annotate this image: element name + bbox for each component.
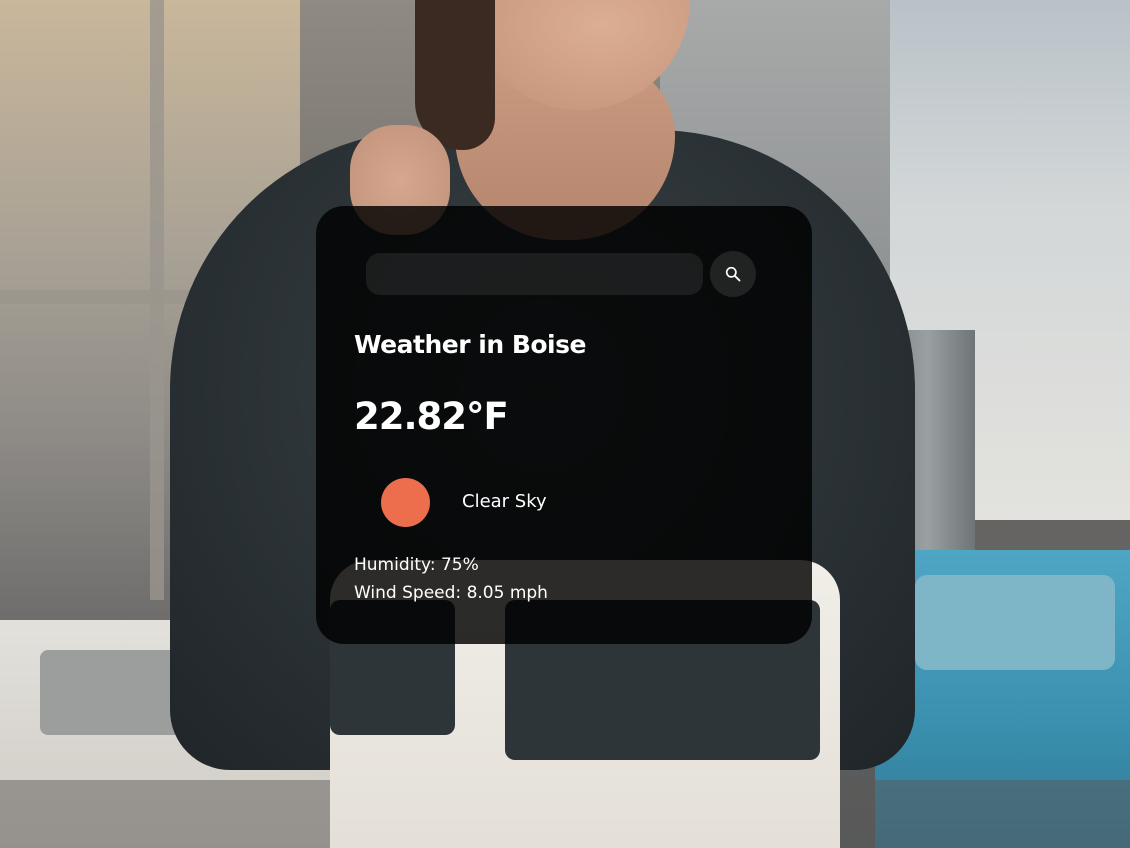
wind-value: 8.05 mph bbox=[466, 583, 548, 603]
humidity-label: Humidity: bbox=[354, 555, 441, 575]
search-button[interactable] bbox=[710, 251, 756, 297]
humidity-value: 75% bbox=[440, 555, 479, 575]
background-truck-window bbox=[915, 575, 1115, 670]
background-beam bbox=[150, 0, 164, 600]
wind-readout: Wind Speed: 8.05 mph bbox=[354, 583, 548, 603]
person-hair bbox=[415, 0, 495, 150]
temperature-value: 22.82°F bbox=[354, 395, 509, 438]
weather-card: Weather in Boise 22.82°F Clear Sky Humid… bbox=[316, 206, 812, 644]
weather-condition: Clear Sky bbox=[462, 491, 547, 512]
wind-label: Wind Speed: bbox=[354, 583, 467, 603]
search-bar bbox=[366, 251, 756, 297]
search-input[interactable] bbox=[366, 253, 703, 295]
weather-title: Weather in Boise bbox=[354, 330, 586, 359]
sun-icon bbox=[381, 478, 430, 527]
search-icon bbox=[725, 266, 741, 282]
humidity-readout: Humidity: 75% bbox=[354, 555, 479, 575]
